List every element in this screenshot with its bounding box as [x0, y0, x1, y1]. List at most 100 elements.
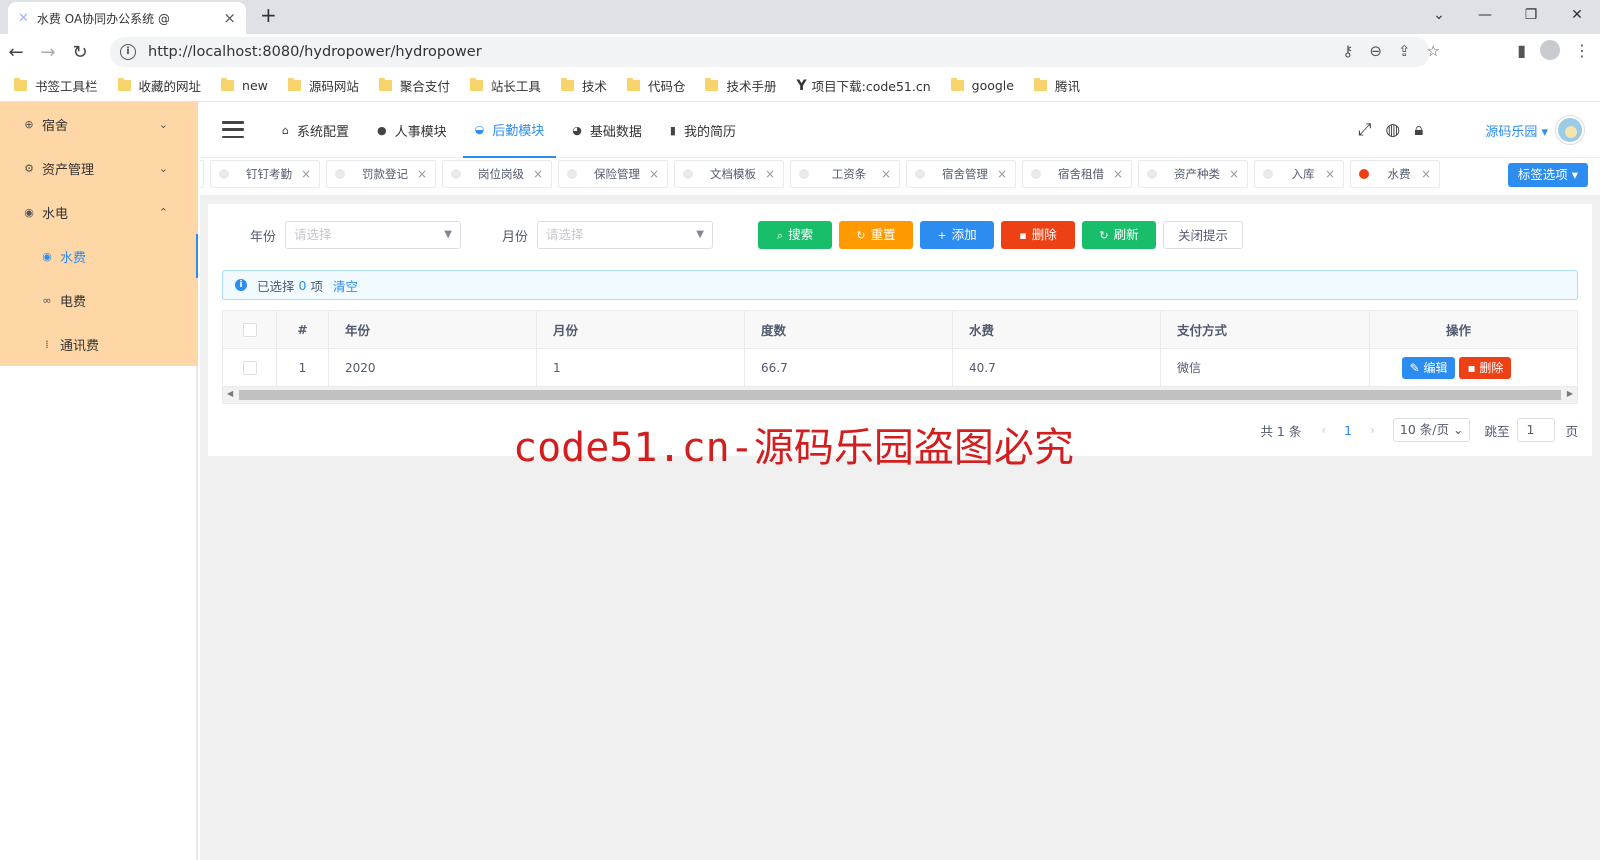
nav-system-config[interactable]: ⌂ 系统配置 — [270, 102, 361, 158]
tag-item[interactable]: 宿舍管理 × — [906, 160, 1016, 188]
bookmark-item[interactable]: 代码仓 — [626, 76, 685, 95]
bookmark-item[interactable]: google — [950, 78, 1014, 93]
refresh-icon: ↻ — [1099, 229, 1109, 242]
bookmark-item[interactable]: 书签工具栏 — [14, 76, 98, 95]
language-globe-icon[interactable]: ◍ — [1385, 120, 1400, 140]
close-icon[interactable]: × — [1421, 167, 1431, 181]
bookmark-item[interactable]: 源码网站 — [287, 76, 359, 95]
edit-button[interactable]: ✎ 编辑 — [1401, 356, 1456, 379]
close-icon[interactable]: × — [533, 167, 543, 181]
address-bar[interactable]: i http://localhost:8080/hydropower/hydro… — [110, 37, 1430, 67]
close-icon[interactable]: × — [997, 167, 1007, 181]
prev-page-icon[interactable]: ‹ — [1321, 423, 1326, 437]
close-window-icon[interactable]: ✕ — [1554, 0, 1600, 30]
bookmark-item[interactable]: 聚合支付 — [378, 76, 450, 95]
new-tab-icon[interactable]: + — [260, 3, 277, 27]
close-icon[interactable]: × — [1325, 167, 1335, 181]
scroll-right-icon[interactable]: ▶ — [1567, 389, 1573, 398]
close-icon[interactable]: × — [765, 167, 775, 181]
page-size-select[interactable]: 10 条/页 ⌄ — [1392, 418, 1471, 442]
lock-icon[interactable]: 🔒︎ — [1414, 120, 1423, 140]
bookmark-item[interactable]: 站长工具 — [469, 76, 541, 95]
sidebar-item-telecom-fee[interactable]: ⁞ 通讯费 — [0, 322, 198, 366]
tag-item[interactable]: 钉钉考勤 × — [210, 160, 320, 188]
scroll-left-icon[interactable]: ◀ — [227, 389, 233, 398]
tag-item[interactable]: 罚款登记 × — [326, 160, 436, 188]
tab-search-icon[interactable]: ⌄ — [1416, 0, 1462, 30]
close-icon[interactable]: × — [301, 167, 311, 181]
bookmark-item[interactable]: Y 项目下载:code51.cn — [796, 76, 930, 95]
sidebar-item-utilities[interactable]: ◉ 水电 ⌃ — [0, 190, 198, 234]
select-all-checkbox[interactable] — [242, 322, 257, 337]
forward-icon[interactable]: → — [32, 42, 64, 63]
sidebar-item-electricity-fee[interactable]: ∞ 电费 — [0, 278, 198, 322]
bookmark-item[interactable]: 腾讯 — [1033, 76, 1080, 95]
row-delete-button[interactable]: ▪ 删除 — [1459, 356, 1512, 379]
refresh-button[interactable]: ↻ 刷新 — [1082, 221, 1156, 249]
close-icon[interactable]: × — [1229, 167, 1239, 181]
side-panel-icon[interactable]: ▮ — [1517, 41, 1526, 60]
menu-icon[interactable]: ⋮ — [1574, 41, 1590, 60]
close-icon[interactable]: × — [417, 167, 427, 181]
tag-item[interactable]: 理× — [200, 160, 204, 188]
tag-dot — [799, 169, 809, 179]
reload-icon[interactable]: ↻ — [64, 42, 96, 63]
close-tip-button[interactable]: 关闭提示 — [1163, 221, 1243, 249]
delete-button[interactable]: ▪ 删除 — [1001, 221, 1075, 249]
minimize-icon[interactable]: — — [1462, 0, 1508, 30]
bookmark-star-icon[interactable]: ☆ — [1427, 42, 1440, 60]
add-button[interactable]: + 添加 — [920, 221, 994, 249]
tag-item[interactable]: 入库 × — [1254, 160, 1344, 188]
close-icon[interactable]: × — [1113, 167, 1123, 181]
key-icon[interactable]: ⚷ — [1342, 42, 1353, 60]
month-select[interactable]: 请选择 ▼ — [537, 221, 713, 249]
nav-base-data[interactable]: ◕ 基础数据 — [560, 102, 654, 158]
bookmark-item[interactable]: 技术手册 — [705, 76, 776, 95]
close-icon[interactable]: × — [649, 167, 659, 181]
user-menu[interactable]: 源码乐园 ▾ — [1485, 121, 1548, 140]
tag-item[interactable]: 工资条 × — [790, 160, 900, 188]
close-tab-icon[interactable]: × — [223, 9, 236, 27]
bookmark-item[interactable]: 收藏的网址 — [117, 76, 201, 95]
sidebar-item-dormitory[interactable]: ⊕ 宿舍 ⌄ — [0, 102, 198, 146]
row-checkbox[interactable] — [242, 360, 257, 375]
scrollbar-thumb[interactable] — [239, 390, 1561, 400]
tag-item[interactable]: 保险管理 × — [558, 160, 668, 188]
hamburger-menu-icon[interactable] — [222, 121, 244, 138]
sidebar-item-assets[interactable]: ⚙ 资产管理 ⌄ — [0, 146, 198, 190]
folder-icon — [705, 78, 719, 91]
next-page-icon[interactable]: › — [1370, 423, 1375, 437]
bookmark-item[interactable]: new — [221, 78, 268, 93]
site-info-icon[interactable]: i — [120, 44, 136, 60]
tag-options-button[interactable]: 标签选项 ▾ — [1507, 163, 1588, 187]
nav-logistics-module[interactable]: ◒ 后勤模块 — [462, 102, 557, 158]
goto-page-input[interactable]: 1 — [1517, 418, 1556, 442]
tag-item[interactable]: 资产种类 × — [1138, 160, 1248, 188]
fullscreen-icon[interactable]: ⤢ — [1358, 120, 1372, 140]
clear-selection-link[interactable]: 清空 — [333, 276, 358, 295]
reset-button[interactable]: ↻ 重置 — [839, 221, 913, 249]
search-button[interactable]: ⌕ 搜索 — [758, 221, 832, 249]
avatar[interactable] — [1556, 116, 1584, 144]
zoom-icon[interactable]: ⊖ — [1369, 42, 1382, 60]
profile-icon[interactable] — [1540, 40, 1560, 60]
tag-item[interactable]: 宿舍租借 × — [1022, 160, 1132, 188]
tag-item[interactable]: 岗位岗级 × — [442, 160, 552, 188]
back-icon[interactable]: ← — [0, 42, 32, 63]
page-number[interactable]: 1 — [1344, 423, 1352, 438]
tag-item[interactable]: 文档模板 × — [674, 160, 784, 188]
cell-degree: 66.7 — [745, 349, 953, 386]
close-icon[interactable]: × — [881, 167, 891, 181]
nav-hr-module[interactable]: ● 人事模块 — [365, 102, 459, 158]
sidebar-item-water-fee[interactable]: ◉ 水费 — [0, 234, 198, 278]
bookmark-item[interactable]: 技术 — [560, 76, 607, 95]
nav-my-resume[interactable]: ▮ 我的简历 — [658, 102, 748, 158]
trash-icon: ▪ — [1467, 360, 1480, 375]
year-select[interactable]: 请选择 ▼ — [285, 221, 461, 249]
toolbar-icons: ▮ ⋮ — [1517, 40, 1590, 60]
browser-tab[interactable]: ✕ 水费 OA协同办公系统 @ × — [8, 2, 246, 34]
tag-item-active[interactable]: 水费 × — [1350, 160, 1440, 188]
restore-icon[interactable]: ❐ — [1508, 0, 1554, 30]
share-icon[interactable]: ⇪ — [1398, 42, 1411, 60]
horizontal-scrollbar[interactable]: ◀ ▶ — [223, 387, 1577, 403]
